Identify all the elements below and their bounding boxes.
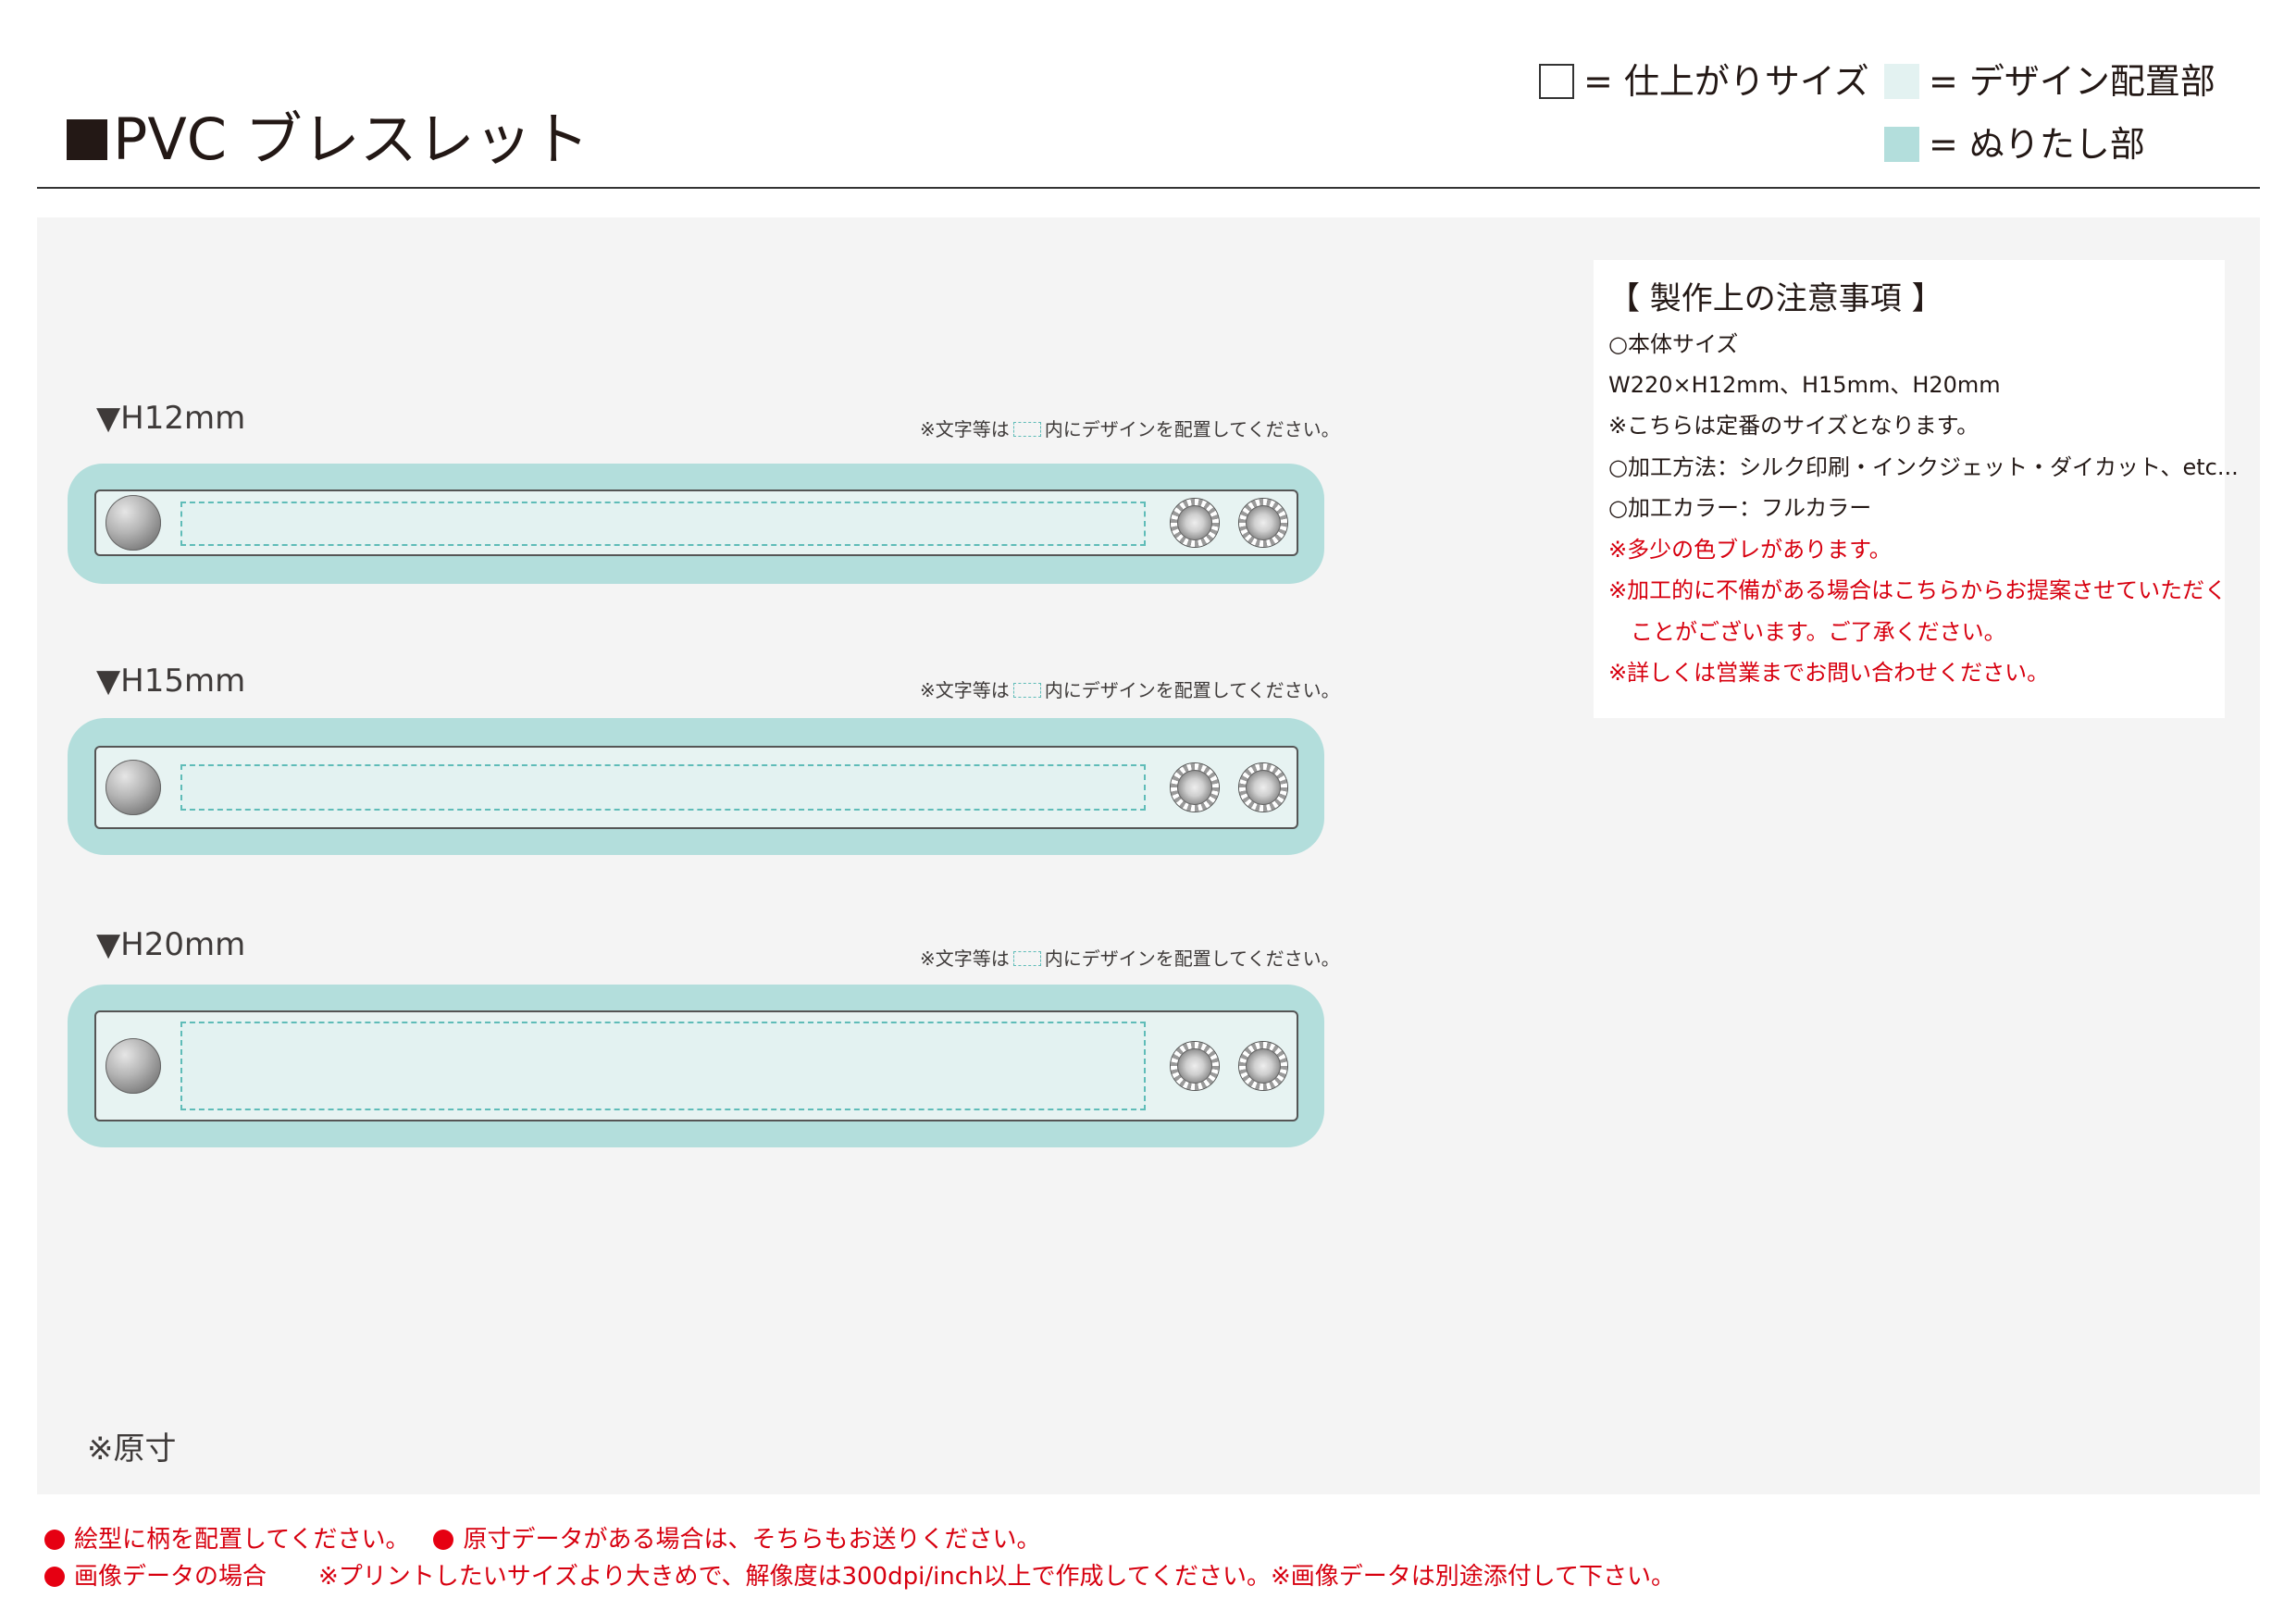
bracelet-h15-design-area bbox=[180, 764, 1146, 811]
production-notes: 【 製作上の注意事項 】 ○本体サイズ W220×H12mm、H15mm、H20… bbox=[1594, 260, 2239, 718]
page-title: PVC ブレスレット bbox=[67, 107, 590, 172]
red-dot-icon bbox=[44, 1530, 65, 1550]
snap-button-icon bbox=[105, 495, 161, 551]
legend-design: = デザイン配置部 bbox=[1884, 61, 2215, 102]
header-divider bbox=[37, 187, 2260, 189]
page-title-text: PVC ブレスレット bbox=[113, 105, 590, 173]
notes-line: ○本体サイズ bbox=[1608, 331, 1739, 357]
design-note-h15: ※文字等は 内にデザインを配置してください。 bbox=[920, 679, 1340, 701]
actual-size-note: ※原寸 bbox=[87, 1431, 177, 1468]
red-dot-icon bbox=[433, 1530, 454, 1550]
dashed-area-icon bbox=[1012, 422, 1041, 437]
legend-bleed: = ぬりたし部 bbox=[1884, 124, 2145, 165]
notes-title: 【 製作上の注意事項 】 bbox=[1608, 280, 1943, 317]
band-label-h12: ▼H12mm bbox=[96, 400, 246, 437]
snap-socket-icon bbox=[1171, 499, 1219, 547]
bracelet-h12-design-area bbox=[180, 502, 1146, 546]
notes-warning: ※加工的に不備がある場合はこちらからお提案させていただく bbox=[1608, 577, 2228, 603]
snap-socket-icon bbox=[1239, 1042, 1287, 1090]
red-dot-icon bbox=[44, 1567, 65, 1587]
notes-line: ○加工方法：シルク印刷・インクジェット・ダイカット、etc... bbox=[1608, 454, 2239, 480]
legend-design-label: = デザイン配置部 bbox=[1929, 61, 2215, 102]
square-bullet-icon bbox=[67, 119, 107, 160]
band-label-h15: ▼H15mm bbox=[96, 663, 246, 700]
dashed-area-icon bbox=[1012, 683, 1041, 698]
snap-socket-icon bbox=[1239, 499, 1287, 547]
legend-bleed-label: = ぬりたし部 bbox=[1929, 124, 2145, 165]
snap-socket-icon bbox=[1239, 763, 1287, 812]
footer-line-2: 画像データの場合 ※プリントしたいサイズより大きめで、解像度は300dpi/in… bbox=[44, 1562, 1675, 1592]
notes-line: ※こちらは定番のサイズとなります。 bbox=[1608, 413, 1980, 439]
bracelet-h20-design-area bbox=[180, 1022, 1146, 1110]
snap-socket-icon bbox=[1171, 1042, 1219, 1090]
design-note-h12: ※文字等は 内にデザインを配置してください。 bbox=[920, 418, 1340, 440]
design-area-swatch-icon bbox=[1884, 64, 1919, 99]
notes-line: ○加工カラー：フルカラー bbox=[1608, 495, 1872, 521]
finish-size-swatch-icon bbox=[1539, 64, 1574, 99]
dashed-area-icon bbox=[1012, 951, 1041, 966]
snap-button-icon bbox=[105, 760, 161, 815]
snap-button-icon bbox=[105, 1038, 161, 1094]
footer-line-1: 絵型に柄を配置してください。 原寸データがある場合は、そちらもお送りください。 bbox=[44, 1525, 1040, 1555]
design-note-h20: ※文字等は 内にデザインを配置してください。 bbox=[920, 948, 1340, 970]
legend-finish: = 仕上がりサイズ bbox=[1539, 61, 1869, 102]
snap-socket-icon bbox=[1171, 763, 1219, 812]
band-label-h20: ▼H20mm bbox=[96, 926, 246, 963]
bleed-area-swatch-icon bbox=[1884, 127, 1919, 162]
notes-line: W220×H12mm、H15mm、H20mm bbox=[1608, 372, 2001, 398]
legend-finish-label: = 仕上がりサイズ bbox=[1583, 61, 1869, 102]
notes-warning: ことがございます。ご了承ください。 bbox=[1608, 619, 2006, 645]
notes-warning: ※詳しくは営業までお問い合わせください。 bbox=[1608, 660, 2050, 686]
notes-warning: ※多少の色ブレがあります。 bbox=[1608, 537, 1892, 563]
